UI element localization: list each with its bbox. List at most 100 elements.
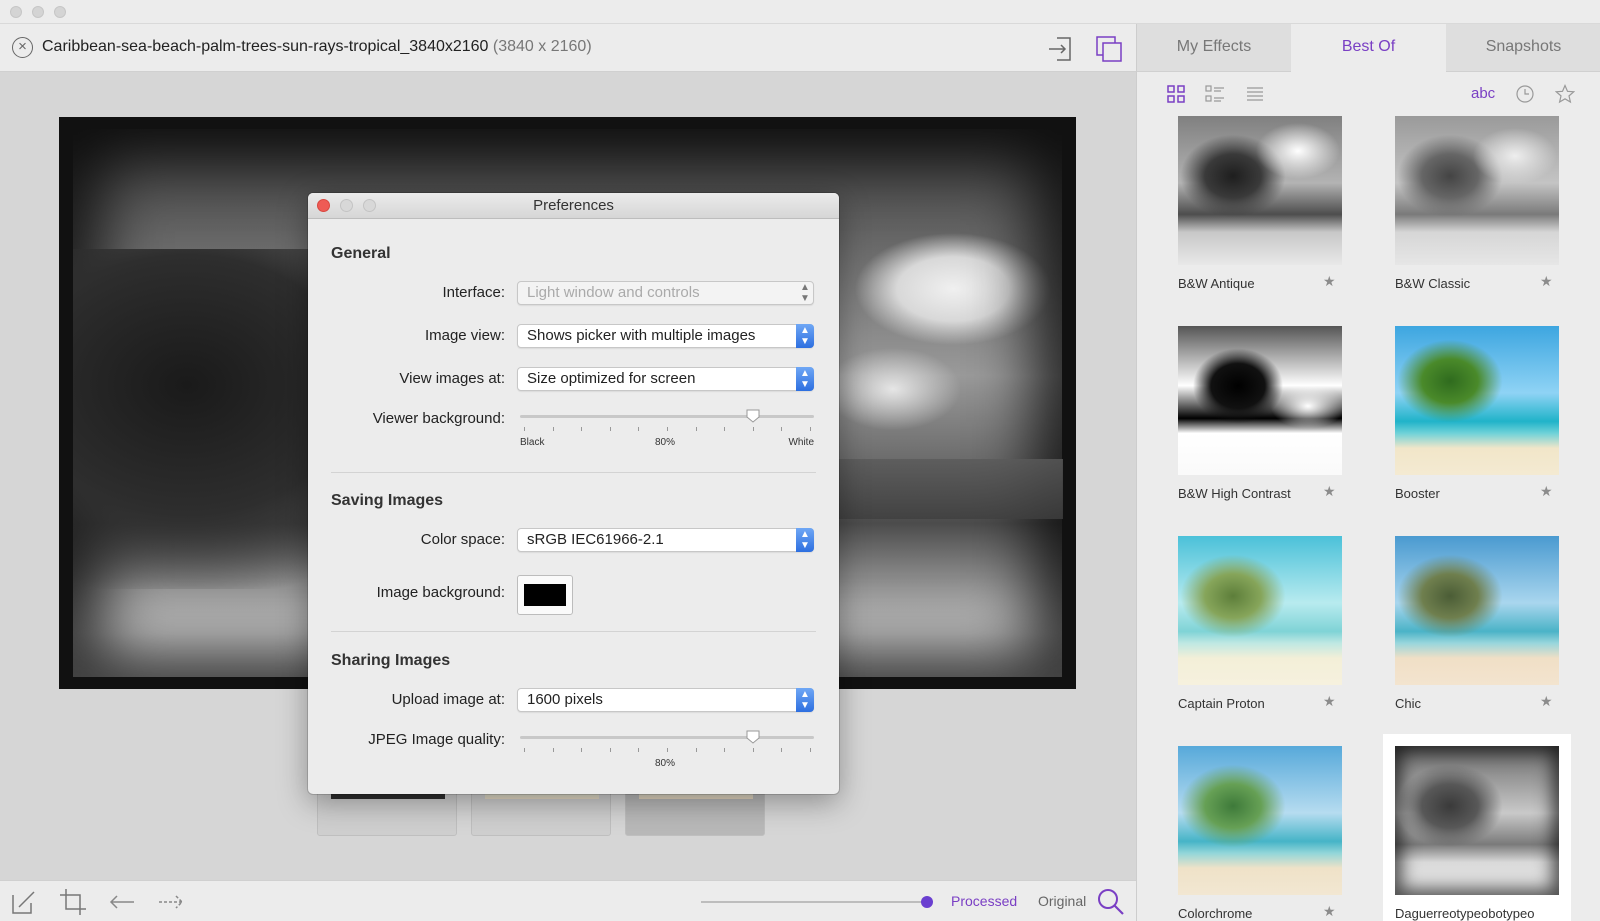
slider-tick: [810, 748, 811, 752]
crop-icon[interactable]: [58, 887, 88, 917]
effect-thumbnail: [1178, 116, 1342, 265]
effect-card[interactable]: Booster ★: [1383, 326, 1571, 531]
export-icon[interactable]: [1046, 34, 1076, 64]
slider-tick: [581, 748, 582, 752]
tab-snapshots[interactable]: Snapshots: [1446, 24, 1600, 72]
file-name: Caribbean-sea-beach-palm-trees-sun-rays-…: [42, 38, 489, 55]
tab-my-effects[interactable]: My Effects: [1137, 24, 1291, 72]
slider-tick: [638, 748, 639, 752]
section-general: General: [331, 245, 391, 262]
effect-card[interactable]: Chic ★: [1383, 536, 1571, 741]
favorite-star-icon[interactable]: ★: [1323, 693, 1336, 710]
dialog-title: Preferences: [308, 193, 839, 219]
interface-popup: Light window and controls ▲ ▼: [517, 281, 814, 305]
slider-thumb[interactable]: [746, 409, 760, 423]
jpeg-quality-slider[interactable]: 80%: [520, 728, 814, 769]
file-dimensions: (3840 x 2160): [492, 38, 592, 55]
effect-thumbnail: [1178, 536, 1342, 685]
edit-icon[interactable]: [9, 887, 39, 917]
slider-track: [520, 736, 814, 739]
effect-card[interactable]: Captain Proton ★: [1166, 536, 1354, 741]
window-minimize-button[interactable]: [32, 6, 44, 18]
next-arrow-icon[interactable]: [156, 887, 186, 917]
image-background-color-well[interactable]: [517, 575, 573, 615]
slider-thumb[interactable]: [746, 730, 760, 744]
compare-copies-icon[interactable]: [1094, 34, 1124, 64]
effect-card[interactable]: B&W Classic ★: [1383, 116, 1571, 321]
window-zoom-button[interactable]: [54, 6, 66, 18]
upload-image-popup[interactable]: 1600 pixels ▲ ▼: [517, 688, 814, 712]
original-toggle[interactable]: Original: [1038, 893, 1086, 909]
viewer-background-label: Viewer background:: [372, 410, 505, 427]
effect-label: Captain Proton: [1178, 696, 1265, 711]
dialog-close-button[interactable]: [317, 199, 330, 212]
upload-image-label: Upload image at:: [391, 691, 505, 708]
favorite-star-icon[interactable]: ★: [1323, 273, 1336, 290]
slider-tick: [696, 748, 697, 752]
popup-arrows-icon: ▲ ▼: [796, 367, 814, 391]
window-titlebar: [0, 0, 1600, 24]
list-thumbnails-icon[interactable]: [1205, 84, 1225, 104]
effect-label: Daguerreotypeobotypeo: [1395, 906, 1535, 921]
favorite-star-icon[interactable]: ★: [1323, 903, 1336, 920]
image-background-label: Image background:: [376, 584, 505, 601]
slider-tick: [753, 748, 754, 752]
window-close-button[interactable]: [10, 6, 22, 18]
popup-arrows-icon: ▲ ▼: [796, 688, 814, 712]
popup-arrows-icon: ▲ ▼: [796, 528, 814, 552]
slider-tick: [667, 748, 668, 752]
slider-tick: [781, 427, 782, 431]
dialog-minimize-button: [340, 199, 353, 212]
slider-tick: [810, 427, 811, 431]
upload-image-value: 1600 pixels: [527, 691, 603, 708]
effect-label: B&W Classic: [1395, 276, 1471, 291]
image-view-value: Shows picker with multiple images: [527, 327, 756, 344]
effects-panel: My Effects Best Of Snapshots abc B&W Ant…: [1136, 24, 1600, 921]
slider-tick: [524, 427, 525, 431]
effect-thumbnail: [1395, 536, 1559, 685]
tab-best-of[interactable]: Best Of: [1291, 24, 1446, 72]
jpeg-quality-label: JPEG Image quality:: [368, 731, 505, 748]
slider-tick: [524, 748, 525, 752]
favorites-star-icon[interactable]: [1555, 84, 1575, 104]
slider-tick: [667, 427, 668, 431]
favorite-star-icon[interactable]: ★: [1540, 273, 1553, 290]
color-space-label: Color space:: [420, 531, 505, 548]
close-file-icon[interactable]: ×: [12, 37, 33, 58]
favorite-star-icon[interactable]: ★: [1323, 483, 1336, 500]
image-view-popup[interactable]: Shows picker with multiple images ▲ ▼: [517, 324, 814, 348]
processed-toggle[interactable]: Processed: [951, 893, 1017, 909]
viewer-background-slider[interactable]: Black 80% White: [520, 407, 814, 448]
color-space-value: sRGB IEC61966-2.1: [527, 531, 664, 548]
view-images-at-popup[interactable]: Size optimized for screen ▲ ▼: [517, 367, 814, 391]
effect-card[interactable]: B&W High Contrast ★: [1166, 326, 1354, 531]
section-sharing-images: Sharing Images: [331, 652, 451, 669]
effect-card[interactable]: B&W Antique ★: [1166, 116, 1354, 321]
interface-value: Light window and controls: [527, 284, 700, 301]
effect-label: B&W Antique: [1178, 276, 1255, 291]
list-view-icon[interactable]: [1245, 84, 1265, 104]
file-bar: × Caribbean-sea-beach-palm-trees-sun-ray…: [0, 24, 1136, 72]
file-title: Caribbean-sea-beach-palm-trees-sun-rays-…: [42, 38, 592, 56]
preferences-dialog: Preferences General Interface: Light win…: [308, 193, 839, 794]
slider-tick: [753, 427, 754, 431]
recent-clock-icon[interactable]: [1515, 84, 1535, 104]
effect-label: Colorchrome: [1178, 906, 1253, 921]
divider: [331, 472, 816, 473]
favorite-star-icon[interactable]: ★: [1540, 693, 1553, 710]
effect-card[interactable]: Colorchrome ★: [1166, 746, 1354, 921]
effect-label: Chic: [1395, 696, 1422, 711]
compare-slider-knob[interactable]: [921, 896, 933, 908]
zoom-search-icon[interactable]: [1096, 887, 1126, 917]
favorite-star-icon[interactable]: ★: [1540, 483, 1553, 500]
slider-tick: [724, 427, 725, 431]
slider-min-label: Black: [520, 437, 545, 448]
color-space-popup[interactable]: sRGB IEC61966-2.1 ▲ ▼: [517, 528, 814, 552]
slider-tick: [553, 748, 554, 752]
compare-slider[interactable]: [701, 901, 927, 903]
previous-arrow-icon[interactable]: [107, 887, 137, 917]
grid-view-icon[interactable]: [1166, 84, 1186, 104]
slider-tick: [781, 748, 782, 752]
sort-alphabetical[interactable]: abc: [1471, 85, 1495, 102]
effect-card-selected[interactable]: Daguerreotypeobotypeo: [1383, 734, 1571, 921]
